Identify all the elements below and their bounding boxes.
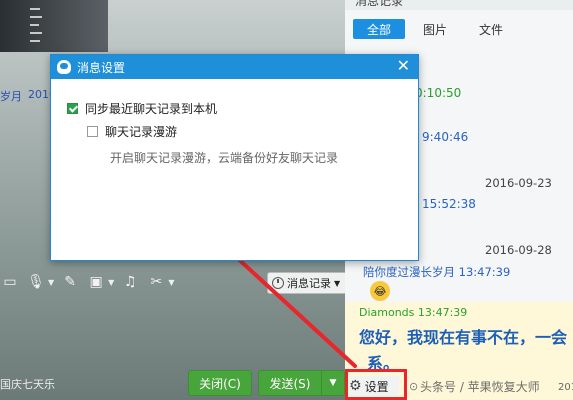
music-icon[interactable]: ♫ <box>120 273 140 291</box>
roaming-option-label: 聊天记录漫游 <box>105 125 178 139</box>
sync-option[interactable]: 同步最近聊天记录到本机 <box>67 100 217 117</box>
chat-toolbar: ▭ 🎙 ▼ ✎ ▣ ▼ ♫ ✂ ▼ <box>0 270 174 294</box>
tab-all[interactable]: 全部 <box>353 19 405 39</box>
chat-footer-text: 国庆七天乐 <box>0 378 55 391</box>
close-icon[interactable]: ✕ <box>397 58 410 74</box>
message-time: 9:40:46 <box>422 130 469 144</box>
clock-icon <box>272 277 284 289</box>
send-button[interactable]: 发送(S) <box>258 370 322 396</box>
qq-penguin-icon <box>57 60 71 74</box>
auto-reply-text: 您好，我现在有事不在，一会 <box>359 328 568 347</box>
roaming-description: 开启聊天记录漫游，云端备份好友聊天记录 <box>110 151 339 165</box>
dialog-title: 消息设置 <box>77 60 126 75</box>
dialog-header: 消息设置 ✕ <box>51 55 418 79</box>
history-tabs: 全部 图片 文件 <box>353 19 517 39</box>
message-settings-dialog: 消息设置 ✕ 同步最近聊天记录到本机 聊天记录漫游 开启聊天记录漫游，云端备份好… <box>50 54 419 261</box>
chevron-down-icon: ▼ <box>334 278 341 288</box>
message-history-button[interactable]: 消息记录 ▼ <box>267 272 348 294</box>
chevron-down-icon[interactable]: ▼ <box>168 278 174 287</box>
chevron-down-icon[interactable]: ▼ <box>108 278 114 287</box>
chevron-down-icon[interactable]: ▼ <box>48 278 54 287</box>
send-options-button[interactable]: ▼ <box>321 370 345 396</box>
search-icon[interactable]: ⊙ <box>409 380 418 393</box>
highlight-annotation <box>345 369 407 400</box>
sync-option-label: 同步最近聊天记录到本机 <box>85 102 218 116</box>
chat-date-fragment: 岁月 <box>0 90 22 103</box>
sync-checkbox[interactable] <box>67 103 78 114</box>
chevron-down-icon: ▼ <box>329 378 337 388</box>
image-icon[interactable]: ▣ <box>86 273 106 291</box>
watermark: 头条号 / 苹果恢复大师 <box>420 380 540 394</box>
date-separator: 2016-09-23 <box>485 176 552 190</box>
date-fragment: 2016- <box>558 382 573 393</box>
laugh-emoji-icon: 😂 <box>370 281 390 301</box>
panel-title: 消息记录 <box>345 0 573 10</box>
roaming-checkbox[interactable] <box>87 126 98 137</box>
message-sender: Diamonds 13:47:39 <box>359 306 468 319</box>
edit-icon[interactable]: ✎ <box>60 273 80 291</box>
message-time: 0:10:50 <box>415 86 462 100</box>
screen-icon[interactable]: ▭ <box>0 273 20 291</box>
close-button[interactable]: 关闭(C) <box>188 370 252 396</box>
message-time: 15:52:38 <box>422 197 476 211</box>
tab-files[interactable]: 文件 <box>465 19 517 39</box>
roaming-option[interactable]: 聊天记录漫游 <box>87 123 177 140</box>
tab-images[interactable]: 图片 <box>409 19 461 39</box>
scissors-icon[interactable]: ✂ <box>146 273 166 291</box>
image-thumbnail[interactable] <box>0 0 108 52</box>
message-history-label: 消息记录 <box>287 277 331 290</box>
message-sender: 陪你度过漫长岁月 13:47:39 <box>363 265 511 279</box>
date-separator: 2016-09-28 <box>485 243 552 257</box>
mic-icon[interactable]: 🎙 <box>26 273 46 291</box>
